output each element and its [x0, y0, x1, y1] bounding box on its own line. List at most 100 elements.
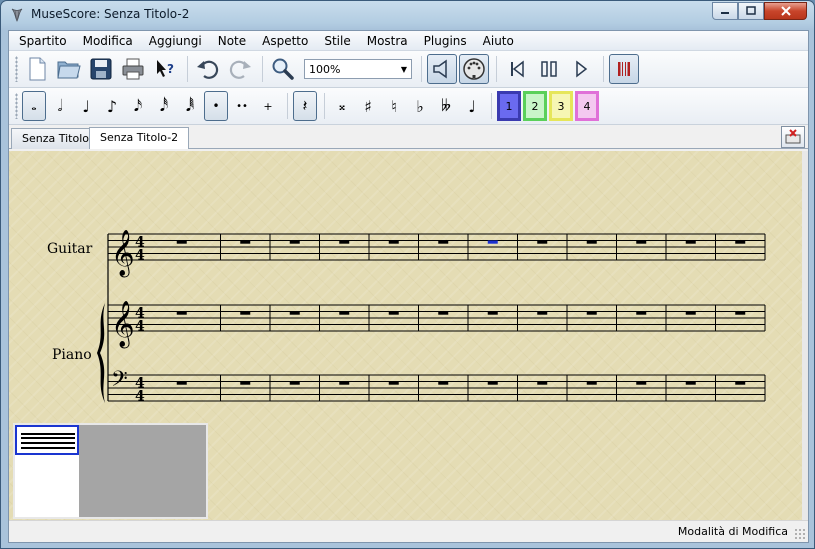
minimize-button[interactable] [712, 2, 738, 20]
whole-rest[interactable] [289, 311, 300, 315]
whole-rest[interactable] [388, 311, 399, 315]
menu-spartito[interactable]: Spartito [11, 31, 75, 51]
voice-3-button[interactable]: 3 [549, 91, 573, 121]
rewind-button[interactable] [502, 54, 532, 84]
whole-rest[interactable] [685, 381, 696, 385]
whole-rest[interactable] [685, 311, 696, 315]
menu-aiuto[interactable]: Aiuto [475, 31, 522, 51]
whole-rest[interactable] [339, 381, 350, 385]
bass-clef[interactable]: 𝄢 [111, 367, 128, 397]
whole-rest[interactable] [537, 311, 548, 315]
time-signature-denominator[interactable]: 4 [135, 248, 145, 264]
whole-rest[interactable] [176, 240, 187, 244]
zoom-select[interactable]: 100% ▼ [304, 59, 412, 79]
repeat-toggle[interactable] [609, 54, 639, 84]
menu-stile[interactable]: Stile [316, 31, 358, 51]
whole-rest[interactable] [487, 381, 498, 385]
32nd-note-button[interactable]: 𝅘𝅥𝅰 [152, 91, 176, 121]
half-note-button[interactable]: 𝅗𝅥 [48, 91, 72, 121]
sharp-button[interactable]: ♯ [356, 91, 380, 121]
whole-rest[interactable] [685, 240, 696, 244]
pause-button[interactable] [534, 54, 564, 84]
menu-modifica[interactable]: Modifica [75, 31, 141, 51]
whole-rest[interactable] [735, 240, 746, 244]
double-sharp-button[interactable]: 𝄪 [330, 91, 354, 121]
voice-2-button[interactable]: 2 [523, 91, 547, 121]
whole-rest[interactable] [438, 381, 449, 385]
menu-aggiungi[interactable]: Aggiungi [141, 31, 210, 51]
rest-button[interactable]: 𝄽 [293, 91, 317, 121]
whole-rest[interactable] [289, 240, 300, 244]
whole-rest[interactable] [240, 381, 251, 385]
whole-rest[interactable] [735, 381, 746, 385]
score-navigator[interactable] [13, 423, 208, 519]
chevron-down-icon[interactable]: ▼ [397, 60, 411, 78]
whole-rest[interactable] [636, 381, 647, 385]
whole-rest[interactable] [176, 311, 187, 315]
resize-grip[interactable] [794, 528, 806, 540]
midi-input-toggle[interactable] [459, 54, 489, 84]
whole-rest[interactable] [240, 311, 251, 315]
menu-aspetto[interactable]: Aspetto [254, 31, 316, 51]
whole-rest[interactable] [388, 381, 399, 385]
zoom-button[interactable] [268, 54, 298, 84]
title-bar[interactable]: MuseScore: Senza Titolo-2 [1, 1, 814, 29]
piano-brace[interactable] [97, 303, 105, 403]
play-sound-toggle[interactable] [427, 54, 457, 84]
print-button[interactable] [118, 54, 148, 84]
maximize-button[interactable] [738, 2, 764, 20]
navigator-viewport[interactable] [15, 425, 79, 455]
tab-senza-titolo-2[interactable]: Senza Titolo-2 [89, 127, 190, 149]
staff[interactable]: 𝄢 44 [107, 367, 766, 405]
whole-rest[interactable] [586, 240, 597, 244]
voice-4-button[interactable]: 4 [575, 91, 599, 121]
whole-rest[interactable] [487, 311, 498, 315]
toolbar-grip[interactable] [15, 93, 18, 119]
whole-rest[interactable] [537, 381, 548, 385]
time-signature-denominator[interactable]: 4 [135, 389, 145, 405]
tab-senza-titolo[interactable]: Senza Titolo [11, 128, 100, 149]
whats-this-button[interactable]: ? [150, 54, 180, 84]
close-tab-button[interactable] [781, 126, 805, 148]
score-canvas[interactable]: 𝄞 4 4 𝄞 4 4 𝄢 4 4 Guitar Piano [9, 151, 808, 521]
whole-rest[interactable] [240, 240, 251, 244]
instrument-name-piano[interactable]: Piano [52, 347, 92, 363]
flip-stem-button[interactable]: ♩ [460, 91, 484, 121]
whole-note-button[interactable]: 𝅝 [22, 91, 46, 121]
tie-button[interactable]: + [256, 91, 280, 121]
whole-rest[interactable] [176, 381, 187, 385]
whole-rest[interactable] [339, 240, 350, 244]
staff[interactable]: 𝄞 44 [107, 301, 766, 349]
whole-rest[interactable] [388, 240, 399, 244]
whole-rest[interactable] [289, 381, 300, 385]
whole-rest[interactable] [438, 311, 449, 315]
time-signature-denominator[interactable]: 4 [135, 319, 145, 335]
treble-clef[interactable]: 𝄞 [111, 301, 135, 349]
whole-rest[interactable] [735, 311, 746, 315]
whole-rest[interactable] [537, 240, 548, 244]
play-button[interactable] [566, 54, 596, 84]
whole-rest[interactable] [636, 240, 647, 244]
64th-note-button[interactable]: 𝅘𝅥𝅱 [178, 91, 202, 121]
vertical-scrollbar[interactable] [802, 151, 808, 521]
instrument-name-guitar[interactable]: Guitar [47, 241, 93, 257]
double-dot-button[interactable]: •• [230, 91, 254, 121]
16th-note-button[interactable]: 𝅘𝅥𝅯 [126, 91, 150, 121]
save-button[interactable] [86, 54, 116, 84]
toolbar-grip[interactable] [15, 56, 18, 82]
flat-button[interactable]: ♭ [408, 91, 432, 121]
whole-rest[interactable] [586, 311, 597, 315]
redo-button[interactable] [225, 54, 255, 84]
close-button[interactable] [764, 2, 807, 20]
menu-note[interactable]: Note [210, 31, 254, 51]
double-flat-button[interactable]: 𝄫 [434, 91, 458, 121]
menu-mostra[interactable]: Mostra [359, 31, 416, 51]
treble-clef[interactable]: 𝄞 [111, 230, 135, 278]
whole-rest-selected[interactable] [487, 240, 498, 244]
menu-plugins[interactable]: Plugins [416, 31, 475, 51]
whole-rest[interactable] [586, 381, 597, 385]
staff[interactable]: 𝄞 44 [107, 230, 766, 278]
open-file-button[interactable] [54, 54, 84, 84]
undo-button[interactable] [193, 54, 223, 84]
eighth-note-button[interactable]: ♪ [100, 91, 124, 121]
